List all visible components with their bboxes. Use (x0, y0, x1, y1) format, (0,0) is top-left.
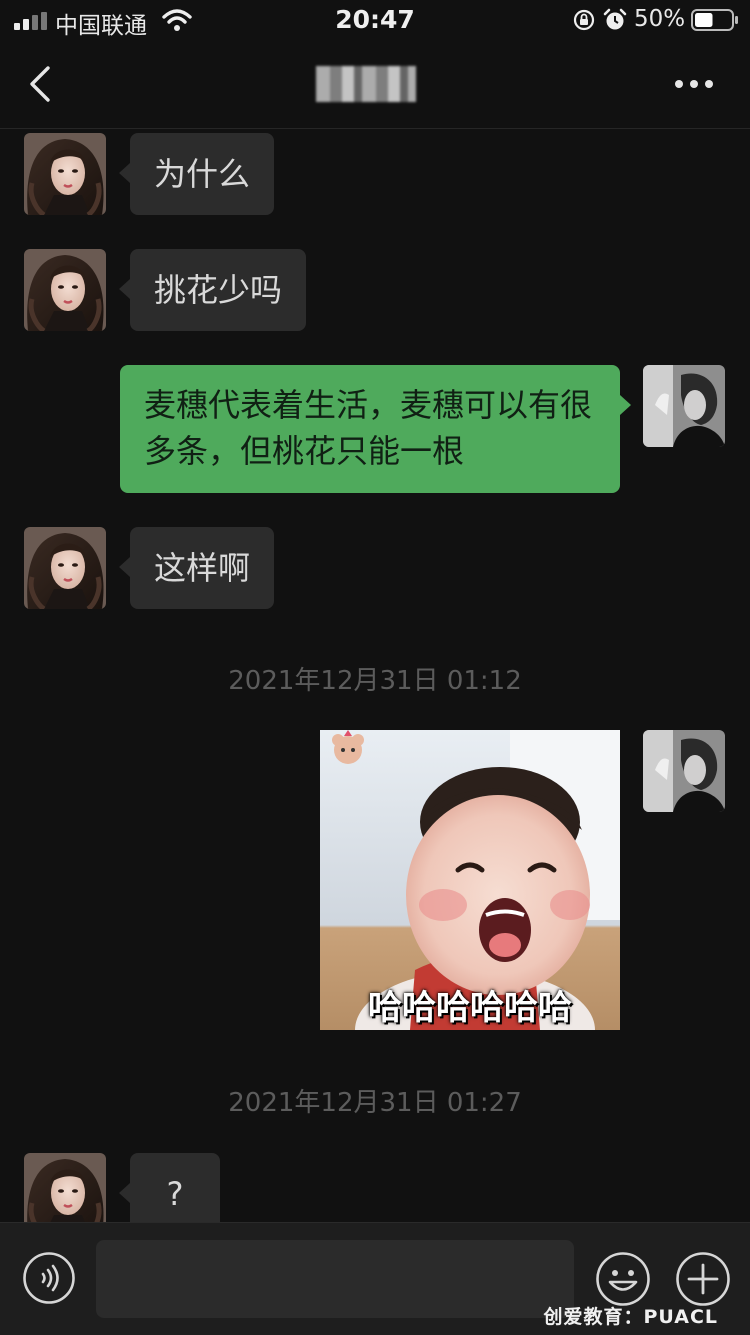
contact-avatar[interactable] (24, 133, 106, 215)
status-bar: 中国联通 20:47 50% (0, 0, 750, 42)
watermark: 创爱教育：PUACL (543, 1306, 718, 1328)
message-input[interactable] (96, 1240, 574, 1318)
contact-avatar[interactable] (24, 1153, 106, 1222)
rotation-lock-icon (573, 9, 595, 31)
my-avatar[interactable] (643, 730, 725, 812)
message-timestamp: 2021年12月31日 01:27 (228, 1088, 522, 1118)
chevron-left-icon[interactable] (26, 64, 56, 104)
incoming-message[interactable]: ? (119, 1153, 220, 1222)
voice-icon[interactable] (22, 1251, 76, 1305)
battery-level (695, 13, 713, 27)
incoming-message[interactable]: 这样啊 (118, 527, 275, 609)
sticker-caption: 哈哈哈哈哈哈 (368, 988, 572, 1028)
message-timestamp: 2021年12月31日 01:12 (228, 666, 522, 696)
battery-percent: 50% (634, 6, 686, 32)
chat-header (0, 42, 750, 129)
message-list[interactable]: 为什么 挑花少吗 麦穗代表着生活，麦穗可以有很多条，但桃花只能一根 这样啊 20… (0, 128, 750, 1222)
alarm-icon (603, 8, 627, 30)
outgoing-message[interactable]: 麦穗代表着生活，麦穗可以有很多条，但桃花只能一根 (120, 365, 631, 493)
incoming-message[interactable]: 挑花少吗 (118, 249, 307, 331)
input-bar: 创爱教育：PUACL (0, 1222, 750, 1335)
my-avatar[interactable] (643, 365, 725, 447)
ellipsis-icon[interactable] (674, 78, 714, 90)
plus-icon[interactable] (675, 1251, 731, 1307)
battery-icon (691, 9, 738, 31)
contact-avatar[interactable] (24, 527, 106, 609)
emoji-icon[interactable] (595, 1251, 651, 1307)
contact-name-blurred (316, 66, 416, 102)
incoming-message[interactable]: 为什么 (118, 133, 275, 215)
sticker-message[interactable]: 哈哈哈哈哈哈 (320, 730, 620, 1030)
contact-avatar[interactable] (24, 249, 106, 331)
